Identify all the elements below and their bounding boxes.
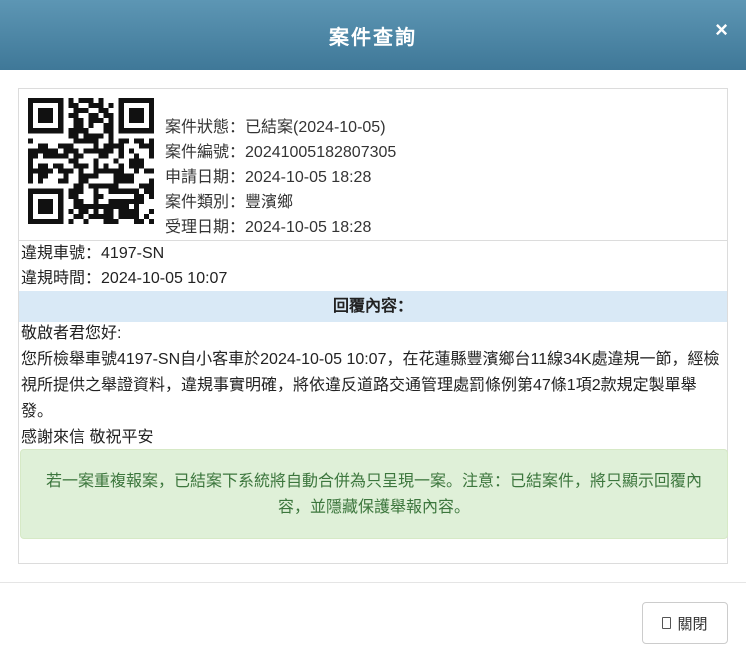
violation-time-value: 2024-10-05 10:07: [101, 270, 228, 287]
footer-divider: [0, 582, 746, 583]
accept-date-row: 受理日期：2024-10-05 18:28: [165, 215, 396, 240]
violation-time-label: 違規時間：: [21, 270, 102, 287]
case-status-value: 已結案(2024-10-05): [245, 119, 386, 136]
reply-closing: 感謝來信 敬祝平安: [21, 429, 154, 446]
dialog-body: 案件狀態：已結案(2024-10-05) 案件編號：20241005182807…: [18, 88, 728, 564]
apply-date-row: 申請日期：2024-10-05 18:28: [165, 165, 396, 190]
case-number-value: 20241005182807305: [245, 144, 397, 161]
reply-body: 您所檢舉車號4197-SN自小客車於2024-10-05 10:07，在花蓮縣豐…: [21, 351, 720, 420]
case-status-row: 案件狀態：已結案(2024-10-05): [165, 115, 396, 140]
qr-code-icon: [28, 98, 154, 224]
plate-row: 違規車號：4197-SN: [21, 241, 227, 266]
violation-info: 違規車號：4197-SN 違規時間：2024-10-05 10:07: [21, 241, 227, 291]
notice-alert: 若一案重複報案，已結案下系統將自動合併為只呈現一案。注意：已結案件，將只顯示回覆…: [20, 449, 728, 539]
apply-date-label: 申請日期：: [165, 169, 246, 186]
accept-date-label: 受理日期：: [165, 219, 246, 236]
reply-content: 敬啟者君您好: 您所檢舉車號4197-SN自小客車於2024-10-05 10:…: [21, 321, 725, 451]
case-category-value: 豐濱鄉: [245, 194, 294, 211]
dialog-header: 案件查詢 ×: [0, 0, 746, 70]
case-number-label: 案件編號：: [165, 144, 246, 161]
reply-heading: 回覆內容：: [19, 291, 727, 322]
close-button[interactable]: 關閉: [642, 602, 728, 644]
window-close-icon: [662, 617, 672, 629]
plate-label: 違規車號：: [21, 245, 102, 262]
case-status-label: 案件狀態：: [165, 119, 246, 136]
violation-time-row: 違規時間：2024-10-05 10:07: [21, 266, 227, 291]
close-button-label: 關閉: [677, 615, 708, 633]
case-meta: 案件狀態：已結案(2024-10-05) 案件編號：20241005182807…: [165, 115, 396, 240]
accept-date-value: 2024-10-05 18:28: [245, 219, 372, 236]
case-query-dialog: 案件查詢 × 案件狀態：已結案(2024-10-05) 案件編號：2024100…: [0, 0, 746, 661]
apply-date-value: 2024-10-05 18:28: [245, 169, 372, 186]
reply-greeting: 敬啟者君您好:: [21, 325, 122, 342]
dialog-title: 案件查詢: [329, 26, 417, 49]
case-number-row: 案件編號：20241005182807305: [165, 140, 396, 165]
plate-value: 4197-SN: [101, 245, 165, 262]
case-summary: 案件狀態：已結案(2024-10-05) 案件編號：20241005182807…: [19, 89, 727, 241]
close-icon[interactable]: ×: [715, 18, 728, 42]
case-category-label: 案件類別：: [165, 194, 246, 211]
case-category-row: 案件類別：豐濱鄉: [165, 190, 396, 215]
